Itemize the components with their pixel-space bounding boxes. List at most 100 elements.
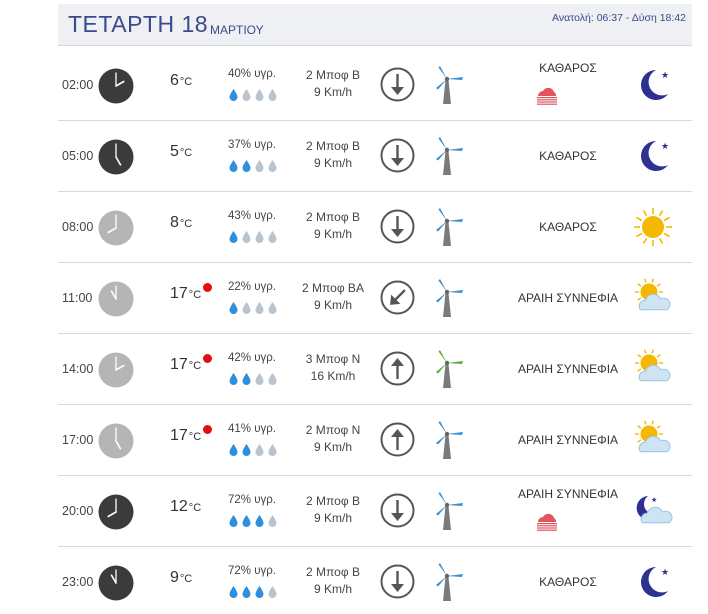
drop-icon bbox=[242, 444, 251, 456]
condition-label: ΑΡΑΙΗ ΣΥΝΝΕΦΙΑ bbox=[517, 291, 619, 305]
wind-turbine-icon bbox=[436, 137, 463, 175]
time-label: 08:00 bbox=[62, 220, 94, 234]
humidity-label: 43% υγρ. bbox=[228, 210, 276, 222]
drop-icon bbox=[242, 302, 251, 314]
drop-icon bbox=[229, 515, 238, 527]
clock-icon bbox=[98, 565, 134, 601]
partly-cloudy-day-icon bbox=[635, 349, 671, 382]
wind-speed: 9 Km/h bbox=[313, 85, 352, 99]
wind-info: 2 Μποφ Β 9 Km/h bbox=[290, 67, 376, 101]
forecast-row: 23:00 9°C 72% υγρ. 2 Μποφ Β 9 Km/h ΚΑΘΑΡΟΣ ★ bbox=[58, 547, 692, 614]
drop-icon bbox=[242, 373, 251, 385]
time-label: 20:00 bbox=[62, 504, 94, 518]
wind-turbine-icon bbox=[436, 563, 463, 601]
humidity-label: 42% υγρ. bbox=[228, 352, 276, 364]
clock-icon bbox=[98, 494, 134, 530]
wind-speed: 9 Km/h bbox=[313, 156, 352, 170]
condition-label: ΚΑΘΑΡΟΣ bbox=[539, 220, 597, 234]
wind-info: 2 Μποφ Β 9 Km/h bbox=[290, 493, 376, 527]
drop-icon bbox=[255, 586, 264, 598]
drop-icon bbox=[255, 89, 264, 101]
svg-text:★: ★ bbox=[661, 142, 669, 152]
temperature-unit: °C bbox=[188, 431, 202, 443]
partly-cloudy-day-icon bbox=[635, 420, 671, 453]
temperature-unit: °C bbox=[179, 573, 193, 585]
drop-icon bbox=[242, 231, 251, 243]
heat-indicator-icon bbox=[203, 354, 212, 363]
sunrise-sunset: Ανατολή: 06:37 - Δύση 18:42 bbox=[552, 12, 686, 24]
forecast-panel: ΤΕΤΑΡΤΗ 18 ΜΑΡΤΙΟΥ Ανατολή: 06:37 - Δύση… bbox=[58, 4, 692, 610]
temperature: 5°C bbox=[170, 143, 193, 160]
humidity-label: 72% υγρ. bbox=[228, 565, 276, 577]
wind-direction-icon bbox=[380, 493, 415, 528]
drop-icon bbox=[242, 89, 251, 101]
temperature: 12°C bbox=[170, 498, 202, 515]
drop-icon bbox=[229, 302, 238, 314]
drop-icon bbox=[242, 160, 251, 172]
wind-direction-icon bbox=[380, 280, 415, 315]
wind-info: 2 Μποφ Β 9 Km/h bbox=[290, 209, 376, 243]
drop-icon bbox=[229, 160, 238, 172]
wind-info: 2 Μποφ Β 9 Km/h bbox=[290, 564, 376, 598]
drop-icon bbox=[229, 231, 238, 243]
temperature-unit: °C bbox=[179, 218, 193, 230]
moon-icon: ★ bbox=[641, 567, 669, 597]
wind-turbine-icon bbox=[436, 66, 463, 104]
humidity-drops bbox=[228, 159, 278, 173]
time-label: 23:00 bbox=[62, 575, 94, 589]
temperature: 17°C bbox=[170, 427, 202, 444]
condition-label: ΚΑΘΑΡΟΣ bbox=[539, 575, 597, 589]
temperature: 8°C bbox=[170, 214, 193, 231]
clock-icon bbox=[98, 281, 134, 317]
drop-icon bbox=[229, 586, 238, 598]
condition-label: ΑΡΑΙΗ ΣΥΝΝΕΦΙΑ bbox=[517, 433, 619, 447]
heat-indicator-icon bbox=[203, 283, 212, 292]
drop-icon bbox=[268, 160, 277, 172]
wind-beaufort: 2 Μποφ Β bbox=[306, 565, 360, 579]
wind-turbine-icon bbox=[436, 492, 463, 530]
wind-direction-icon bbox=[380, 351, 415, 386]
clock-icon bbox=[98, 210, 134, 246]
humidity-drops bbox=[228, 301, 278, 315]
temperature: 17°C bbox=[170, 356, 202, 373]
wind-direction-icon bbox=[380, 67, 415, 102]
temperature: 9°C bbox=[170, 569, 193, 586]
svg-text:★: ★ bbox=[661, 71, 669, 81]
temperature-unit: °C bbox=[179, 147, 193, 159]
partly-cloudy-day-icon bbox=[635, 278, 671, 311]
humidity-drops bbox=[228, 230, 278, 244]
drop-icon bbox=[255, 231, 264, 243]
wind-beaufort: 2 Μποφ Β bbox=[306, 494, 360, 508]
time-label: 05:00 bbox=[62, 149, 94, 163]
moon-icon: ★ bbox=[641, 70, 669, 100]
partly-cloudy-night-icon: ★ bbox=[636, 496, 673, 524]
drop-icon bbox=[268, 302, 277, 314]
wind-beaufort: 2 Μποφ Ν bbox=[305, 423, 361, 437]
temperature-unit: °C bbox=[188, 360, 202, 372]
forecast-row: 20:00 12°C 72% υγρ. 2 Μποφ Β 9 Km/h ΑΡΑΙΗ ΣΥΝ… bbox=[58, 476, 692, 547]
time-label: 11:00 bbox=[62, 291, 93, 305]
time-label: 14:00 bbox=[62, 362, 94, 376]
drop-icon bbox=[268, 231, 277, 243]
wind-direction-icon bbox=[380, 564, 415, 599]
wind-turbine-icon bbox=[436, 421, 463, 459]
humidity-drops bbox=[228, 372, 278, 386]
temperature-unit: °C bbox=[188, 502, 202, 514]
temperature-unit: °C bbox=[179, 76, 193, 88]
wind-speed: 9 Km/h bbox=[313, 440, 352, 454]
temperature: 6°C bbox=[170, 72, 193, 89]
wind-beaufort: 2 Μποφ Β bbox=[306, 139, 360, 153]
wind-direction-icon bbox=[380, 209, 415, 244]
humidity-drops bbox=[228, 514, 278, 528]
humidity-drops bbox=[228, 88, 278, 102]
drop-icon bbox=[255, 302, 264, 314]
drop-icon bbox=[268, 373, 277, 385]
wind-speed: 9 Km/h bbox=[313, 511, 352, 525]
drop-icon bbox=[255, 515, 264, 527]
clock-icon bbox=[98, 68, 134, 104]
drop-icon bbox=[268, 89, 277, 101]
rain-cloud-icon bbox=[537, 513, 557, 531]
drop-icon bbox=[268, 515, 277, 527]
wind-turbine-icon bbox=[436, 350, 463, 388]
humidity-label: 40% υγρ. bbox=[228, 68, 276, 80]
